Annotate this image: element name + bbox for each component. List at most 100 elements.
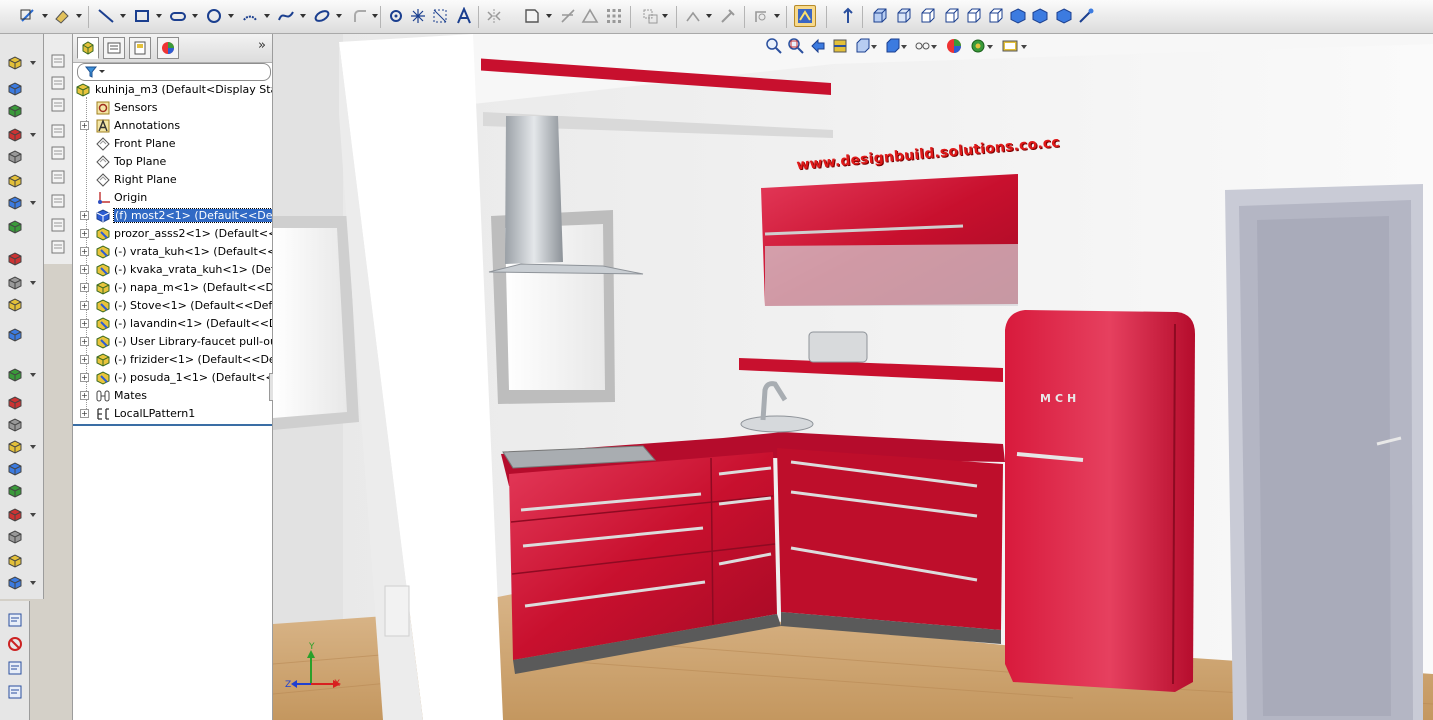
convert-entities-icon[interactable] [522,6,542,26]
tree-item[interactable]: + LocalLPattern1 [73,405,272,423]
instant3d-icon[interactable] [838,6,858,26]
sketch-icon[interactable] [18,6,38,26]
expand-icon[interactable]: + [80,319,89,328]
exploded-view-icon[interactable] [6,552,24,570]
linear-pattern-icon[interactable] [604,6,624,26]
tree-item[interactable]: + Mates [73,387,272,405]
tab-property-manager[interactable] [103,37,125,59]
curves-icon[interactable] [6,438,24,456]
previous-view-icon[interactable] [809,37,827,55]
sketch-block-icon[interactable] [49,96,67,114]
tree-item[interactable]: + (-) napa_m<1> (Default<<Defa [73,279,272,297]
edit-appearance-icon[interactable] [945,37,963,55]
boundary-icon[interactable] [6,148,24,166]
quick-snaps-icon[interactable] [752,6,772,26]
sketch-table-icon[interactable] [49,168,67,186]
sketch-plane-icon[interactable] [49,52,67,70]
mass-properties-icon[interactable] [6,659,24,677]
shell-icon[interactable] [6,326,24,344]
smart-fastener-icon[interactable] [6,528,24,546]
view-iso-icon[interactable] [1008,6,1028,26]
check-sketch-icon[interactable] [49,144,67,162]
rapid-sketch-icon[interactable] [794,5,816,27]
view-right-icon[interactable] [942,6,962,26]
extrude-boss-icon[interactable] [6,54,24,72]
sketch-picture-icon[interactable] [49,122,67,140]
view-back-icon[interactable] [894,6,914,26]
repair-icon[interactable] [718,6,738,26]
expand-icon[interactable]: + [80,121,89,130]
fillet-feature-icon[interactable] [6,218,24,236]
tree-item[interactable]: Front Plane [73,135,272,153]
slot-icon[interactable] [168,6,188,26]
graphics-area[interactable]: www.designbuild.solutions.co.cc MCH Y X … [273,34,1433,720]
tab-feature-manager[interactable] [77,37,99,59]
centerline-icon[interactable] [408,6,428,26]
expand-icon[interactable]: + [80,247,89,256]
spline-icon[interactable] [276,6,296,26]
zoom-to-fit-icon[interactable] [765,37,783,55]
tree-item[interactable]: + (-) User Library-faucet pull-out k [73,333,272,351]
intersect-icon[interactable] [6,394,24,412]
tree-item[interactable]: + (-) kvaka_vrata_kuh<1> (Defau [73,261,272,279]
assembly-feature-icon[interactable] [6,506,24,524]
view-front-icon[interactable] [870,6,890,26]
expand-icon[interactable]: + [80,265,89,274]
tree-item[interactable]: + prozor_asss2<1> (Default<<De [73,225,272,243]
loft-icon[interactable] [6,126,24,144]
expand-icon[interactable]: + [80,409,89,418]
view-top-icon[interactable] [964,6,984,26]
hole-wizard-icon[interactable] [6,194,24,212]
tree-item[interactable]: + (-) vrata_kuh<1> (Default<<De [73,243,272,261]
mirror-feature-icon[interactable] [6,482,24,500]
mirror-icon[interactable] [484,6,504,26]
expand-icon[interactable]: + [80,229,89,238]
draft-icon[interactable] [6,296,24,314]
instant3d-feature-icon[interactable] [6,460,24,478]
extend-icon[interactable] [580,6,600,26]
pattern-feature-icon[interactable] [6,250,24,268]
reference-geometry-icon[interactable] [6,416,24,434]
hide-show-items-icon[interactable] [913,37,931,55]
tree-item[interactable]: Top Plane [73,153,272,171]
section-view-icon[interactable] [831,37,849,55]
expand-icon[interactable]: + [80,301,89,310]
tree-item[interactable]: + (-) posuda_1<1> (Default<<De [73,369,272,387]
design-table-icon[interactable] [49,216,67,234]
tab-display-manager[interactable] [157,37,179,59]
tree-item[interactable]: + (-) Stove<1> (Default<<Default [73,297,272,315]
expand-icon[interactable]: + [80,391,89,400]
expand-icon[interactable]: + [80,211,89,220]
extrude-cut-icon[interactable] [6,172,24,190]
circle-icon[interactable] [204,6,224,26]
measure-icon[interactable] [6,574,24,592]
line-icon[interactable] [96,6,116,26]
relations-icon[interactable] [684,6,704,26]
point-icon[interactable] [386,6,406,26]
section-properties-icon[interactable] [6,683,24,701]
view-orientation-icon[interactable] [853,37,871,55]
expand-icon[interactable]: + [80,337,89,346]
tree-item[interactable]: Sensors [73,99,272,117]
apply-scene-icon[interactable] [969,37,987,55]
smart-dimension-icon[interactable] [52,6,72,26]
arc-icon[interactable] [240,6,260,26]
view-bottom-icon[interactable] [986,6,1006,26]
expand-panel-icon[interactable]: » [258,38,266,53]
view-trimetric-icon[interactable] [1054,6,1074,26]
sketch-grid-icon[interactable] [49,74,67,92]
spreadsheet-icon[interactable] [49,192,67,210]
bill-of-materials-icon[interactable] [49,238,67,256]
trim-icon[interactable] [558,6,578,26]
no-entry-icon[interactable] [6,635,24,653]
rectangle-icon[interactable] [132,6,152,26]
tree-filter-input[interactable] [77,63,271,81]
tree-item-selected[interactable]: + (f) most2<1> (Default<<Default [73,207,272,225]
revolve-icon[interactable] [6,80,24,98]
zoom-to-area-icon[interactable] [787,37,805,55]
expand-icon[interactable]: + [80,283,89,292]
tree-item[interactable]: Right Plane [73,171,272,189]
view-dimetric-icon[interactable] [1030,6,1050,26]
tree-item[interactable]: + (-) frizider<1> (Default<<Defau [73,351,272,369]
interference-detection-icon[interactable] [6,611,24,629]
